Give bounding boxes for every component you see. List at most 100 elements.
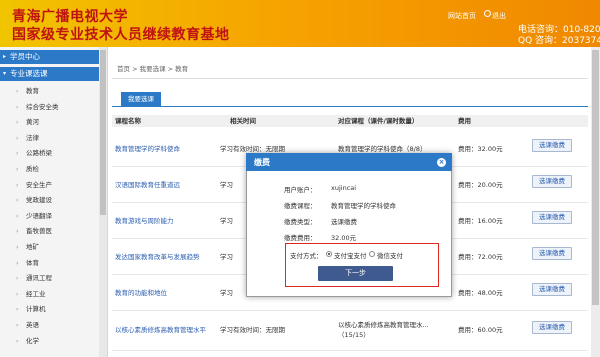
- course-name-link[interactable]: 发达国家教育改革与发展趋势: [115, 251, 200, 261]
- power-icon[interactable]: [484, 10, 491, 17]
- sidebar-item[interactable]: › 黄河: [0, 115, 99, 131]
- chevron-right-icon: ›: [16, 275, 19, 283]
- sidebar-item[interactable]: › 教育: [0, 84, 99, 100]
- nav-home-link[interactable]: 网站首页: [448, 11, 476, 21]
- radio-wechat[interactable]: [369, 251, 375, 257]
- value-amount: 32.00元: [331, 234, 357, 242]
- select-pay-button[interactable]: 选课缴费: [532, 139, 572, 152]
- select-pay-button[interactable]: 选课缴费: [532, 283, 572, 296]
- sidebar-head-label: 学员中心: [10, 52, 40, 61]
- label-amount: 缴费费用：: [284, 234, 317, 242]
- course-time: 学习有效时间：无限期: [220, 145, 285, 153]
- site-title: 青海广播电视大学: [12, 9, 128, 25]
- course-name-link[interactable]: 教育管理学的学科使命: [115, 143, 180, 153]
- sidebar-item[interactable]: › 计算机: [0, 302, 99, 318]
- sidebar-item[interactable]: › 经工业: [0, 287, 99, 303]
- sidebar-head-course-select[interactable]: ▾ 专业课选课: [0, 67, 99, 81]
- radio-alipay[interactable]: [326, 251, 332, 257]
- course-time: 学习: [220, 217, 233, 225]
- sidebar-item[interactable]: › 体育: [0, 256, 99, 272]
- course-fee: 费用：60.00元: [458, 326, 503, 334]
- chevron-right-icon: ›: [16, 88, 19, 95]
- sidebar-item[interactable]: › 法律: [0, 131, 99, 147]
- breadcrumb[interactable]: 首页 > 我要选课 > 教育: [117, 63, 188, 73]
- label-type: 缴费类型：: [284, 218, 317, 226]
- sidebar-category-list: › 教育 › 综合安全类 › 黄河 › 法律 › 公路桥梁 › 质检 › 安全生产 › 党政建设…: [0, 84, 99, 349]
- chevron-right-icon: ›: [16, 119, 19, 127]
- select-pay-button[interactable]: 选课缴费: [532, 175, 572, 188]
- sidebar-head-label: 专业课选课: [10, 69, 48, 78]
- select-pay-button[interactable]: 选课缴费: [532, 321, 572, 334]
- course-time: 学习: [220, 289, 233, 297]
- course-content: 以核心素质修炼高教育管理水...（15/15）: [338, 321, 429, 339]
- arrow-right-icon: ▸: [3, 53, 7, 60]
- table-header: 课程名称 相关时间 对应课程（课件/课时数量） 费用: [112, 115, 588, 127]
- course-fee: 费用：48.00元: [458, 289, 503, 297]
- sidebar-item[interactable]: › 综合安全类: [0, 100, 99, 116]
- course-content: 教育管理学的学科使命（8/8）: [338, 145, 427, 153]
- value-type: 选课缴费: [331, 218, 357, 226]
- label-user: 用户账户：: [284, 186, 317, 194]
- chevron-right-icon: ›: [16, 134, 19, 142]
- sidebar-item[interactable]: › 质检: [0, 162, 99, 178]
- chevron-right-icon: ›: [16, 165, 19, 173]
- sidebar-item[interactable]: › 通讯工程: [0, 271, 99, 287]
- column-header-course: 对应课程（课件/课时数量）: [338, 117, 419, 125]
- value-user: xujincai: [331, 184, 357, 192]
- course-fee: 费用：20.00元: [458, 181, 503, 189]
- option-alipay-label[interactable]: 支付宝支付: [334, 250, 367, 260]
- course-fee: 费用：72.00元: [458, 253, 503, 261]
- course-name-link[interactable]: 以核心素质修炼高教育管理水平: [115, 324, 206, 334]
- chevron-right-icon: ›: [16, 321, 19, 329]
- course-time: 学习有效时间：无限期: [220, 326, 285, 334]
- dialog-title: 缴费: [254, 158, 270, 167]
- site-subtitle: 国家级专业技术人员继续教育基地: [12, 27, 230, 43]
- course-name-link[interactable]: 汉语国际教育任重道远: [115, 179, 180, 189]
- label-course: 缴费课程：: [284, 202, 317, 210]
- column-header-time: 相关时间: [230, 117, 256, 125]
- value-course: 教育管理学的学科使命: [331, 202, 396, 210]
- sidebar-item[interactable]: › 安全生产: [0, 178, 99, 194]
- chevron-right-icon: ›: [16, 212, 19, 220]
- next-step-button[interactable]: 下一步: [318, 266, 393, 281]
- sidebar-item[interactable]: › 化学: [0, 334, 99, 350]
- chevron-right-icon: ›: [16, 150, 19, 158]
- sidebar-item[interactable]: › 畜牧兽医: [0, 224, 99, 240]
- sidebar-item[interactable]: › 地矿: [0, 240, 99, 256]
- sidebar-item[interactable]: › 少语翻译: [0, 209, 99, 225]
- chevron-right-icon: ›: [16, 337, 19, 345]
- sidebar-scrollbar-thumb[interactable]: [100, 50, 106, 215]
- sidebar-head-student-center[interactable]: ▸ 学员中心: [0, 50, 99, 64]
- divider: [112, 78, 588, 79]
- sidebar-item[interactable]: › 英语: [0, 318, 99, 334]
- sidebar-item[interactable]: › 公路桥梁: [0, 146, 99, 162]
- tab-underline: [112, 106, 588, 107]
- course-time: 学习: [220, 181, 233, 189]
- chevron-right-icon: ›: [16, 306, 19, 314]
- tab-my-course[interactable]: 我要选课: [121, 92, 161, 106]
- contact-qq: QQ 咨询：20373749: [518, 36, 600, 46]
- chevron-right-icon: ›: [16, 197, 19, 205]
- label-pay-method: 支付方式：: [290, 252, 323, 260]
- chevron-right-icon: ›: [16, 290, 19, 298]
- page-scrollbar-thumb[interactable]: [592, 50, 599, 305]
- course-fee: 费用：32.00元: [458, 145, 503, 153]
- course-fee: 费用：16.00元: [458, 217, 503, 225]
- column-header-fee: 费用: [458, 117, 471, 125]
- chevron-right-icon: ›: [16, 243, 19, 251]
- select-pay-button[interactable]: 选课缴费: [532, 247, 572, 260]
- chevron-right-icon: ›: [16, 259, 19, 267]
- course-name-link[interactable]: 教育的功能和地位: [115, 287, 167, 297]
- nav-exit-link[interactable]: 退出: [492, 11, 506, 21]
- option-wechat-label[interactable]: 微信支付: [377, 250, 403, 260]
- dialog-header: [246, 153, 452, 171]
- chevron-right-icon: ›: [16, 103, 19, 111]
- arrow-down-icon: ▾: [3, 70, 7, 77]
- select-pay-button[interactable]: 选课缴费: [532, 211, 572, 224]
- chevron-right-icon: ›: [16, 228, 19, 236]
- column-header-name: 课程名称: [115, 117, 141, 125]
- course-name-link[interactable]: 教育游戏与周阶能力: [115, 215, 174, 225]
- close-icon[interactable]: ×: [437, 158, 446, 167]
- sidebar-item[interactable]: › 党政建设: [0, 193, 99, 209]
- chevron-right-icon: ›: [16, 181, 19, 189]
